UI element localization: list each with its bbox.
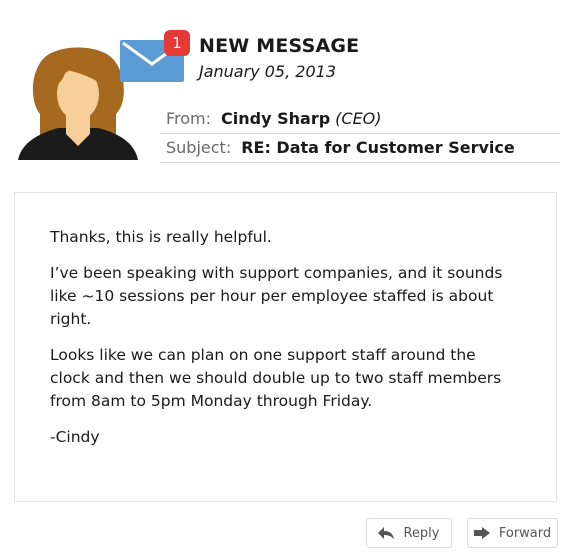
body-paragraph: Thanks, this is really helpful.: [50, 228, 272, 246]
reply-label: Reply: [403, 525, 440, 541]
sender-name: Cindy Sharp: [221, 108, 331, 128]
body-paragraph: Looks like we can plan on one support st…: [50, 346, 502, 410]
forward-arrow-icon: [473, 527, 490, 539]
subject-text: RE: Data for Customer Service: [241, 137, 515, 157]
body-paragraph: I’ve been speaking with support companie…: [50, 264, 503, 328]
forward-label: Forward: [498, 525, 552, 541]
signature: -Cindy: [50, 428, 100, 446]
sender-role: (CEO): [335, 108, 382, 128]
notification-badge: 1: [164, 30, 190, 56]
subject-row: Subject: RE: Data for Customer Service: [160, 132, 560, 163]
from-row: From: Cindy Sharp (CEO): [160, 103, 560, 134]
message-body: Thanks, this is really helpful. I’ve bee…: [14, 192, 557, 502]
message-title: NEW MESSAGE: [199, 35, 360, 57]
message-date: January 05, 2013: [199, 62, 336, 81]
reply-button[interactable]: Reply: [366, 518, 452, 548]
message-text: Thanks, this is really helpful. I’ve bee…: [50, 226, 520, 462]
forward-button[interactable]: Forward: [467, 518, 558, 548]
reply-arrow-icon: [378, 527, 395, 539]
from-label: From:: [166, 108, 212, 128]
subject-label: Subject:: [166, 137, 232, 157]
